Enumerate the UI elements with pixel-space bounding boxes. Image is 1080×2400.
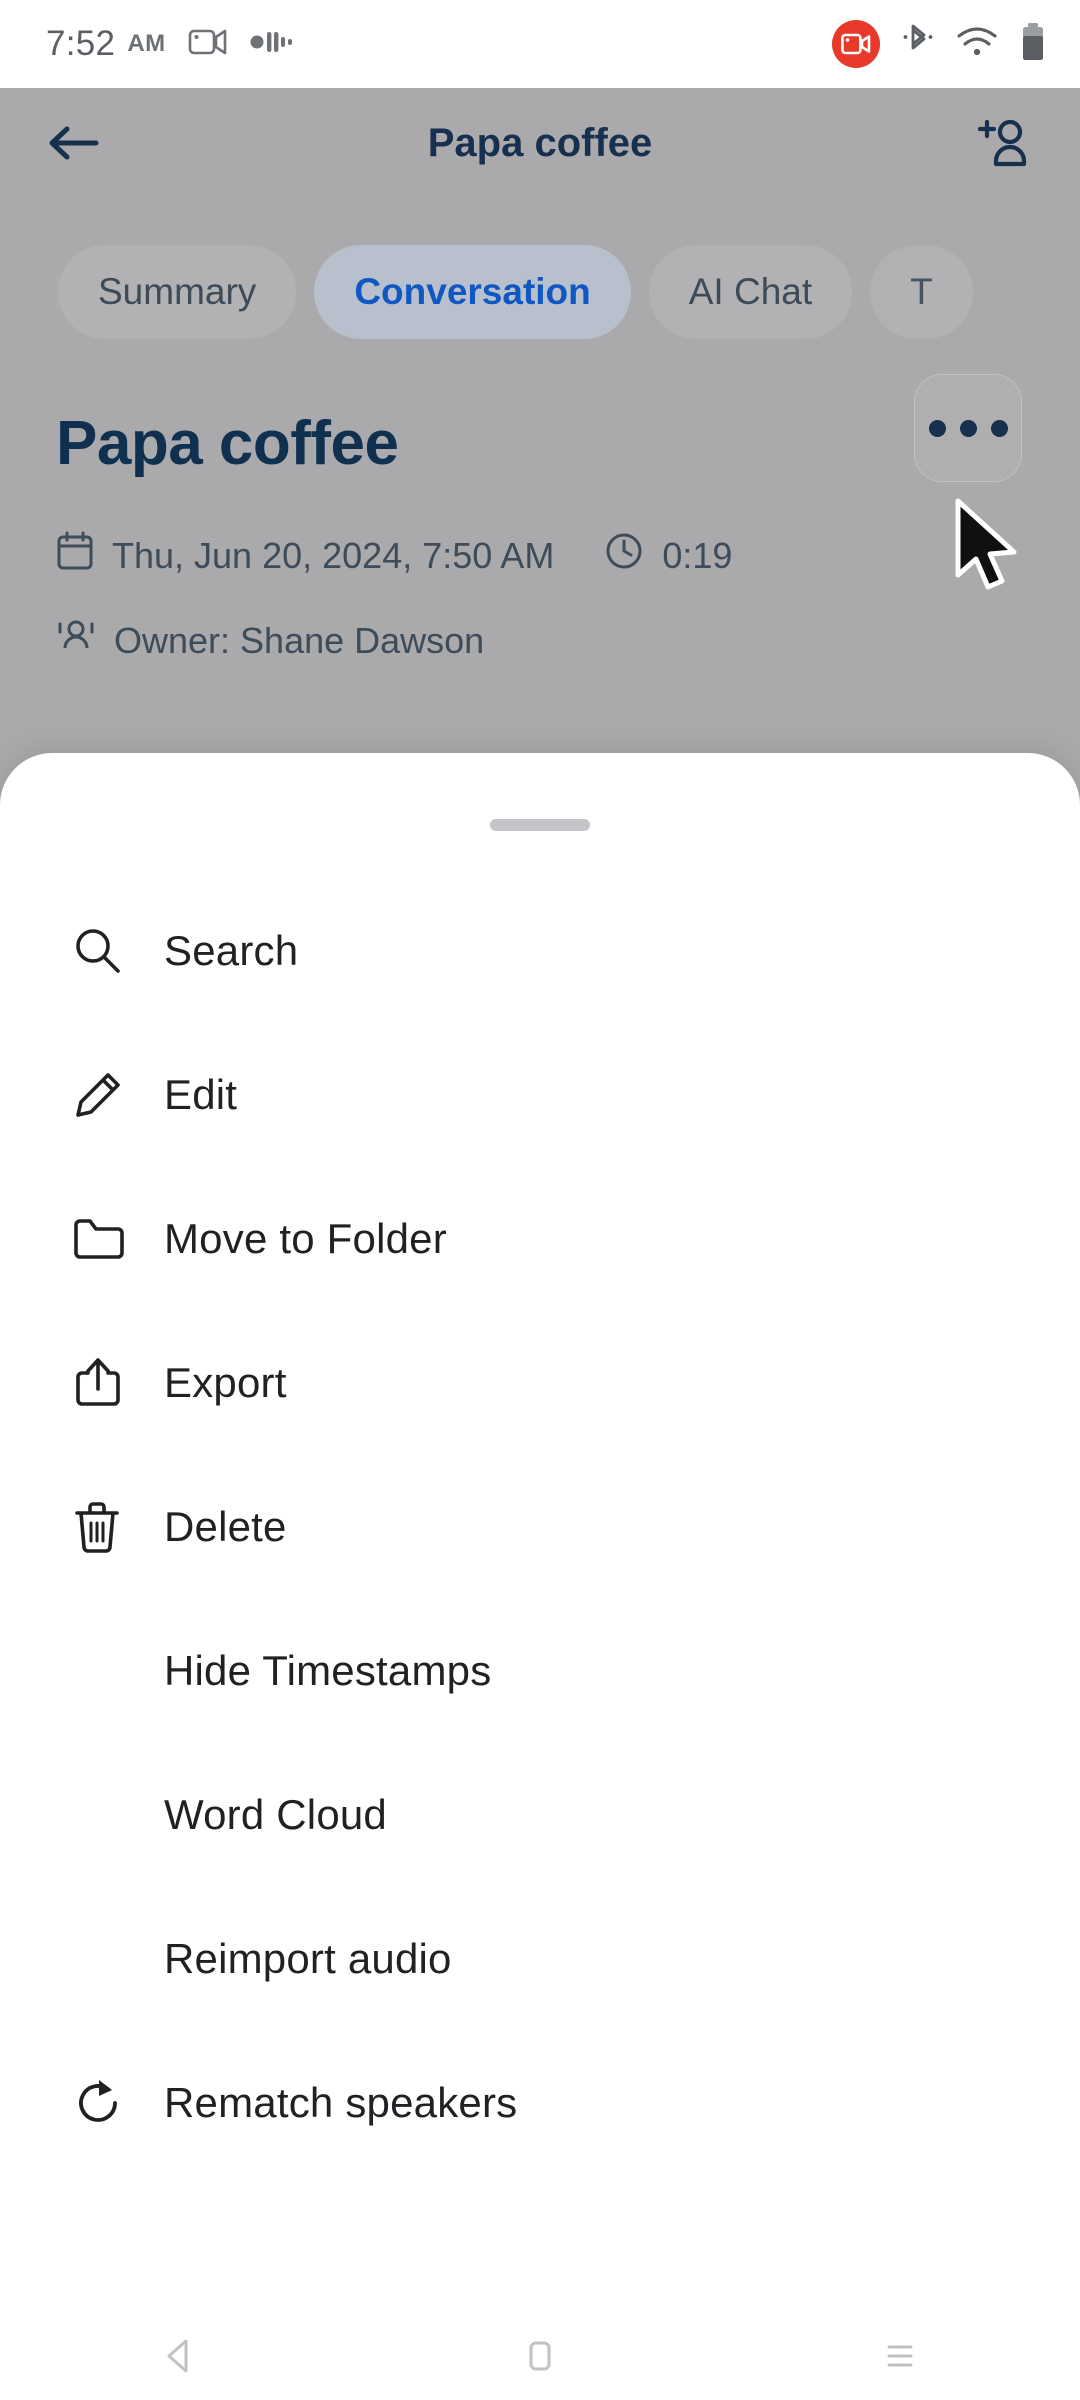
tab-bar[interactable]: Summary Conversation AI Chat T	[0, 198, 1080, 348]
app-header: Papa coffee	[0, 88, 1080, 198]
note-owner-row: Owner: Shane Dawson	[56, 616, 1028, 665]
menu-item-search[interactable]: Search	[0, 879, 1080, 1023]
menu-item-word-cloud[interactable]: Word Cloud	[0, 1743, 1080, 1887]
menu-item-label: Search	[164, 927, 299, 974]
note-title: Papa coffee	[56, 409, 399, 478]
status-bar: 7:52 AM	[0, 0, 1080, 88]
note-date: Thu, Jun 20, 2024, 7:50 AM	[112, 534, 555, 576]
status-bar-right	[832, 20, 1046, 68]
page-title: Papa coffee	[427, 120, 653, 165]
menu-item-label: Rematch speakers	[164, 2079, 518, 2126]
search-icon	[72, 925, 146, 977]
options-menu-list: Search Edit Move to Folder Export Delete…	[0, 879, 1080, 2175]
menu-item-label: Edit	[164, 1071, 238, 1118]
nav-home-button[interactable]	[465, 2334, 615, 2378]
tab-takeaways-clipped[interactable]: T	[870, 245, 973, 339]
add-person-button[interactable]	[972, 112, 1034, 174]
menu-item-hide-timestamps[interactable]: Hide Timestamps	[0, 1599, 1080, 1743]
note-detail-block: Papa coffee Thu, Jun 20, 2024, 7:50 AM 0…	[0, 348, 1080, 665]
share-upload-icon	[72, 1356, 146, 1410]
android-nav-bar	[0, 2312, 1080, 2400]
status-clock-ampm: AM	[127, 30, 166, 57]
menu-item-label: Delete	[164, 1503, 287, 1550]
menu-item-rematch-speakers[interactable]: Rematch speakers	[0, 2031, 1080, 2175]
screen-record-icon	[832, 20, 880, 68]
folder-icon	[72, 1213, 146, 1265]
sheet-drag-handle[interactable]	[490, 819, 590, 831]
audio-waveform-icon	[250, 28, 296, 61]
options-bottom-sheet: Search Edit Move to Folder Export Delete…	[0, 753, 1080, 2312]
menu-item-label: Hide Timestamps	[164, 1647, 492, 1694]
wifi-icon	[956, 25, 998, 64]
battery-icon	[1020, 22, 1046, 67]
video-camera-icon	[188, 26, 228, 63]
menu-item-label: Export	[164, 1359, 287, 1406]
kebab-dot-3	[990, 419, 1008, 437]
phone-screen: 7:52 AM Papa coffee Summary Conversation…	[0, 0, 1080, 2400]
note-owner: Owner: Shane Dawson	[114, 619, 485, 661]
tab-conversation[interactable]: Conversation	[314, 245, 631, 339]
menu-item-label: Move to Folder	[164, 1215, 447, 1262]
back-button[interactable]	[46, 120, 102, 166]
menu-item-edit[interactable]: Edit	[0, 1023, 1080, 1167]
menu-item-label: Reimport audio	[164, 1935, 452, 1982]
more-options-button[interactable]	[914, 374, 1022, 482]
clock-icon	[604, 531, 644, 580]
status-clock: 7:52	[46, 24, 116, 63]
tab-summary[interactable]: Summary	[58, 245, 297, 339]
kebab-dot-1	[928, 419, 946, 437]
nav-recents-button[interactable]	[825, 2334, 975, 2378]
note-meta-row: Thu, Jun 20, 2024, 7:50 AM 0:19	[56, 531, 1028, 580]
nav-back-button[interactable]	[105, 2334, 255, 2378]
note-duration: 0:19	[662, 534, 733, 576]
tab-ai-chat[interactable]: AI Chat	[648, 245, 853, 339]
trash-icon	[72, 1500, 146, 1554]
kebab-dot-2	[959, 419, 977, 437]
calendar-icon	[56, 531, 94, 580]
menu-item-move-to-folder[interactable]: Move to Folder	[0, 1167, 1080, 1311]
menu-item-export[interactable]: Export	[0, 1311, 1080, 1455]
pencil-icon	[72, 1069, 146, 1121]
status-bar-left: 7:52 AM	[46, 24, 296, 64]
mouse-cursor	[952, 497, 1026, 602]
refresh-icon	[72, 2077, 146, 2129]
bluetooth-icon	[902, 22, 934, 67]
person-badge-icon	[56, 616, 96, 665]
menu-item-delete[interactable]: Delete	[0, 1455, 1080, 1599]
menu-item-reimport-audio[interactable]: Reimport audio	[0, 1887, 1080, 2031]
menu-item-label: Word Cloud	[164, 1791, 387, 1838]
